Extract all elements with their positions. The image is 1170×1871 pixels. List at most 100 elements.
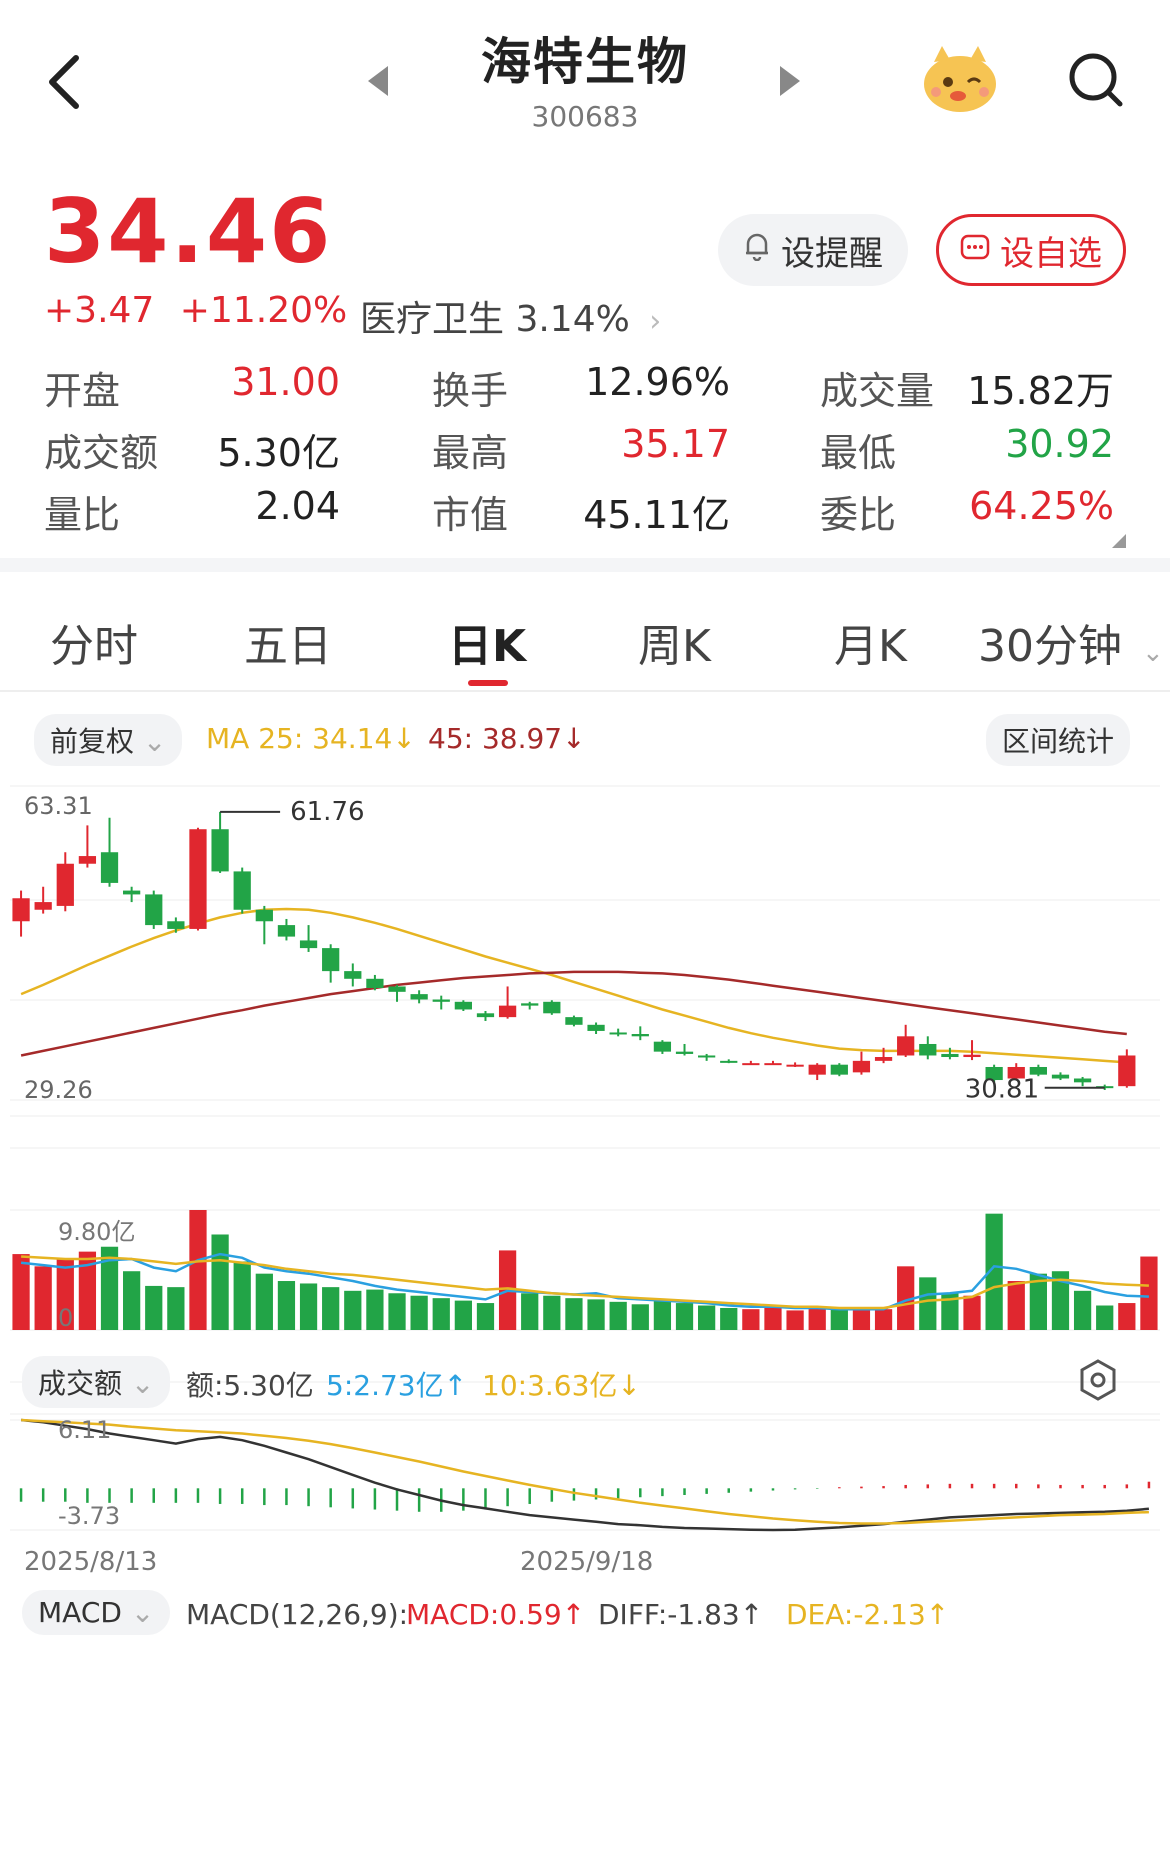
search-icon[interactable] bbox=[1066, 50, 1126, 110]
stat-label: 市值 bbox=[432, 493, 509, 537]
dea-line bbox=[21, 1418, 1149, 1525]
stat-value: 2.04 bbox=[255, 484, 340, 528]
adjust-dropdown[interactable]: 前复权 ⌄ bbox=[34, 714, 183, 766]
volume-dropdown[interactable]: 成交额 ⌄ bbox=[22, 1356, 171, 1408]
candle-body bbox=[56, 863, 74, 906]
candle-body bbox=[764, 1063, 782, 1066]
ma25-legend: MA 25: 34.14↓ bbox=[206, 722, 416, 755]
volume-bar bbox=[410, 1295, 428, 1330]
volume-bar bbox=[322, 1287, 340, 1330]
tab-intraday[interactable]: 分时 bbox=[50, 610, 138, 674]
candle-body bbox=[742, 1063, 760, 1066]
volume-bar bbox=[12, 1254, 30, 1330]
tab-five-day[interactable]: 五日 bbox=[244, 610, 332, 674]
volume-bar bbox=[543, 1295, 561, 1330]
tab-weekly-k[interactable]: 周K bbox=[638, 610, 711, 674]
candle-body bbox=[852, 1060, 871, 1073]
volume-y-min: 0 bbox=[58, 1304, 73, 1332]
volume-bar bbox=[764, 1307, 782, 1330]
y-min-label: 29.26 bbox=[24, 1076, 93, 1104]
volume-bar bbox=[299, 1283, 318, 1330]
candle-body bbox=[565, 1017, 583, 1025]
mascot-icon[interactable] bbox=[920, 40, 1000, 116]
macd-params: MACD(12,26,9): bbox=[186, 1598, 409, 1631]
candle-body bbox=[874, 1057, 893, 1061]
volume-bar bbox=[720, 1307, 738, 1330]
volume-bar bbox=[454, 1300, 472, 1330]
stat-value: 31.00 bbox=[231, 360, 340, 404]
candle-body bbox=[123, 890, 141, 895]
candle-body bbox=[366, 978, 384, 988]
volume-bar bbox=[233, 1261, 251, 1330]
candle-body bbox=[78, 856, 97, 864]
candle-body bbox=[941, 1053, 959, 1058]
add-watchlist-button[interactable]: 设自选 bbox=[936, 214, 1126, 286]
candle-body bbox=[211, 829, 229, 872]
volume-bar bbox=[189, 1210, 207, 1330]
adjust-label: 前复权 bbox=[50, 725, 135, 758]
volume-bar bbox=[34, 1266, 52, 1330]
interval-stats-button[interactable]: 区间统计 bbox=[986, 714, 1131, 766]
volume-bar bbox=[565, 1298, 583, 1330]
stat-value: 5.30亿 bbox=[217, 431, 340, 475]
diff-value: DIFF:-1.83↑ bbox=[598, 1598, 764, 1631]
stat-label: 委比 bbox=[820, 493, 897, 537]
volume-bar bbox=[742, 1309, 760, 1330]
macd-label: MACD bbox=[38, 1596, 122, 1629]
candle-body bbox=[432, 999, 450, 1002]
volume-label: 成交额 bbox=[38, 1367, 123, 1400]
candle-body bbox=[100, 852, 119, 883]
volume-bar bbox=[344, 1290, 362, 1330]
volume-bar bbox=[919, 1277, 937, 1330]
stat-value: 15.82万 bbox=[967, 369, 1114, 413]
candle-body bbox=[919, 1043, 937, 1056]
volume-bar bbox=[1007, 1281, 1025, 1330]
change-percent: +11.20% bbox=[179, 290, 348, 331]
set-alert-button[interactable]: 设提醒 bbox=[718, 214, 908, 286]
volume-bar bbox=[167, 1287, 185, 1330]
tab-30min[interactable]: 30分钟 ⌄ bbox=[978, 610, 1164, 674]
volume-bar bbox=[852, 1310, 871, 1330]
candle-body bbox=[476, 1013, 495, 1018]
current-price: 34.46 bbox=[44, 180, 333, 283]
settings-hexagon-icon[interactable] bbox=[1078, 1358, 1118, 1406]
ma25-line bbox=[20, 907, 1127, 1064]
volume-bar bbox=[808, 1307, 826, 1330]
chat-dots-icon bbox=[960, 230, 990, 270]
volume-bar bbox=[675, 1303, 694, 1330]
diff-line bbox=[20, 1418, 1150, 1532]
candle-body bbox=[322, 948, 340, 972]
macd-dropdown[interactable]: MACD ⌄ bbox=[22, 1590, 171, 1635]
add-watchlist-label: 设自选 bbox=[1000, 233, 1102, 274]
price-change: +3.47 +11.20% bbox=[44, 290, 347, 331]
stat-label: 量比 bbox=[44, 493, 121, 537]
chevron-down-icon: ⌄ bbox=[1142, 638, 1164, 668]
candle-body bbox=[963, 1054, 981, 1058]
expand-corner-icon[interactable] bbox=[1112, 534, 1126, 548]
volume-bar bbox=[963, 1295, 981, 1330]
candle-body bbox=[299, 940, 318, 949]
x-axis-label: 2025/9/18 bbox=[520, 1547, 653, 1577]
candle-body bbox=[34, 902, 52, 910]
kline-chart[interactable]: 63.31 29.26 61.76 30.81 9.80亿 0 6.11 -3.73 2025/… bbox=[0, 770, 1170, 1871]
candle-body bbox=[167, 921, 185, 929]
sector-link[interactable]: 医疗卫生 3.14% › bbox=[360, 290, 661, 342]
volume-bar bbox=[1140, 1256, 1158, 1330]
stat-label: 成交量 bbox=[820, 369, 935, 413]
chevron-down-icon: ⌄ bbox=[130, 1596, 155, 1629]
tab-monthly-k[interactable]: 月K bbox=[834, 610, 907, 674]
volume-bar bbox=[388, 1293, 406, 1330]
next-stock-icon[interactable] bbox=[780, 66, 800, 96]
volume-bar bbox=[587, 1299, 605, 1330]
tab-daily-k[interactable]: 日K bbox=[448, 610, 526, 674]
volume-bar bbox=[123, 1271, 141, 1330]
low-marker-label: 30.81 bbox=[965, 1075, 1039, 1105]
candle-body bbox=[1051, 1074, 1070, 1079]
vol-ma5-legend: 5:2.73亿↑ bbox=[326, 1369, 468, 1402]
x-axis-label: 2025/8/13 bbox=[24, 1547, 157, 1577]
stat-value: 64.25% bbox=[969, 484, 1114, 528]
stat-value: 45.11亿 bbox=[583, 493, 730, 537]
macd-y-min: -3.73 bbox=[58, 1502, 120, 1530]
y-max-label: 63.31 bbox=[24, 792, 93, 820]
volume-bar bbox=[609, 1301, 627, 1330]
